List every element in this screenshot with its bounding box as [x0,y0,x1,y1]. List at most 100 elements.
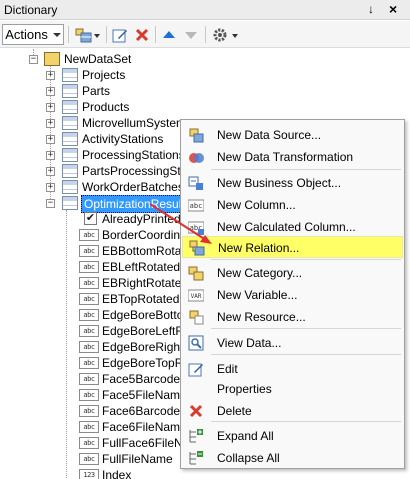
expand-icon[interactable]: + [46,167,55,176]
menu-item-view-data[interactable]: View Data... [182,332,403,354]
tree-node-column[interactable]: abc Face6Barcode [0,403,180,419]
expand-icon[interactable]: + [46,87,55,96]
pin-icon[interactable]: ↓ [368,2,374,16]
tree-node-column[interactable]: abc EBLeftRotated [0,259,180,275]
expand-icon[interactable]: + [46,151,55,160]
expand-icon[interactable]: + [46,71,55,80]
menu-item-properties[interactable]: Properties [182,378,403,400]
arrow-up-icon [163,30,175,38]
move-up-button[interactable] [159,24,179,45]
menu-item-new-data-source[interactable]: New Data Source... [182,124,403,146]
menu-item-new-column[interactable]: abc New Column... [182,194,403,216]
tree-node-label: EBRightRotated [102,276,189,290]
table-icon [62,164,78,178]
tree-node-column[interactable]: abc EBRightRotated [0,275,188,291]
menu-item-business-object[interactable]: New Business Object... [182,172,403,194]
tree-node-table[interactable]: + PartsProcessingStati [0,163,193,179]
new-item-dropdown-button[interactable] [73,24,103,45]
category-icon [188,266,204,281]
delete-button[interactable] [132,24,152,45]
menu-item-label: Properties [217,382,272,396]
tree-node-table[interactable]: + Projects [0,67,180,83]
tree-node-label: Projects [82,68,126,82]
boolean-column-icon: ✔ [84,212,97,225]
calculated-column-icon: abc [188,221,204,235]
edit-button[interactable] [110,24,130,45]
tree-node-column[interactable]: abc EBBottomRotated [0,243,198,259]
variable-icon: VAR [188,289,204,302]
expand-icon[interactable]: + [46,183,55,192]
tree-node-column[interactable]: abc FullFace6FileNar [0,435,193,451]
tree-node-column[interactable]: abc EdgeBoreBottom [0,307,193,323]
menu-item-delete[interactable]: Delete [182,400,403,422]
text-column-icon: abc [79,229,99,241]
tree-node-table[interactable]: + ProcessingStations [0,147,185,163]
menu-item-expand-all[interactable]: Expand All [182,425,403,447]
tree-node-label: Products [82,100,130,114]
table-icon [62,180,78,194]
tree-node-column[interactable]: abc Face6FileName [0,419,187,435]
menu-item-label: New Column... [217,198,296,212]
tree-node-table[interactable]: + WorkOrderBatches [0,179,184,195]
svg-text:abc: abc [190,202,203,210]
tree-node-table[interactable]: + Products [0,99,180,115]
close-icon[interactable]: × [389,1,397,17]
expand-icon[interactable]: + [46,119,55,128]
expand-icon[interactable]: + [46,103,55,112]
arrow-down-icon [185,31,197,39]
relation-icon [189,240,205,256]
edit-icon [112,29,127,42]
menu-item-calculated-column[interactable]: abc New Calculated Column... [182,216,403,238]
menu-item-label: New Data Transformation [217,150,354,164]
chevron-down-icon [52,32,61,37]
menu-item-variable[interactable]: VAR New Variable... [182,284,403,306]
tree-node-column[interactable]: abc EdgeBoreRightR [0,339,192,355]
collapse-icon[interactable]: − [46,199,55,208]
move-down-button[interactable] [181,24,201,45]
collapse-all-icon [189,451,203,465]
tree-node-column[interactable]: abc FullFileName [0,451,180,467]
panel-title-bar: Dictionary ↓ × [0,0,410,20]
tree-node-column[interactable]: abc EdgeBoreLeftRo [0,323,191,339]
text-column-icon: abc [79,261,99,273]
context-menu: New Data Source... New Data Transformatio… [180,119,405,469]
tree-node-column[interactable]: abc Face5FileName [0,387,187,403]
collapse-icon[interactable]: − [29,55,38,64]
tree-node-column[interactable]: abc EBTopRotated [0,291,180,307]
menu-item-relation[interactable]: New Relation... [182,236,403,258]
actions-dropdown-button[interactable]: Actions [2,24,64,45]
menu-item-resource[interactable]: New Resource... [182,306,403,328]
menu-item-data-transformation[interactable]: New Data Transformation [182,146,403,168]
menu-item-label: New Variable... [217,288,298,302]
text-column-icon: abc [79,405,99,417]
text-column-icon: abc [79,421,99,433]
tree-node-datasource[interactable]: − NewDataSet [0,51,180,67]
tree-node-table[interactable]: + MicrovellumSystem [0,115,186,131]
tree-node-column[interactable]: 123 Index [0,467,180,479]
text-column-icon: abc [79,373,99,385]
menu-item-category[interactable]: New Category... [182,262,403,284]
menu-item-label: Expand All [217,429,274,443]
tree-node-table[interactable]: + ActivityStations [0,131,180,147]
tree-node-selected-table[interactable]: − OptimizationResults [0,195,194,213]
menu-item-collapse-all[interactable]: Collapse All [182,447,403,469]
tree-node-column[interactable]: abc BorderCoordinate [0,227,197,243]
text-column-icon: abc [79,437,99,449]
settings-dropdown-button[interactable] [210,24,242,45]
tree-node-column[interactable]: ✔ AlreadyPrinted [0,211,181,227]
text-column-icon: abc [79,277,99,289]
tree-node-column[interactable]: abc EdgeBoreTopRo [0,355,190,371]
menu-item-label: New Business Object... [217,176,342,190]
menu-item-edit[interactable]: Edit [182,358,403,380]
tree-node-label: Face5Barcode [102,372,181,386]
expand-icon[interactable]: + [46,135,55,144]
text-column-icon: abc [79,341,99,353]
tree-node-column[interactable]: abc Face5Barcode [0,371,180,387]
toolbar-separator [205,26,206,43]
menu-separator [211,354,401,355]
tree-node-label: Face5FileName [102,388,187,402]
tree-node-label: AlreadyPrinted [102,212,181,226]
tree-node-table[interactable]: + Parts [0,83,180,99]
tree-node-label: EdgeBoreLeftRo [102,324,191,338]
data-transformation-icon [189,153,204,163]
